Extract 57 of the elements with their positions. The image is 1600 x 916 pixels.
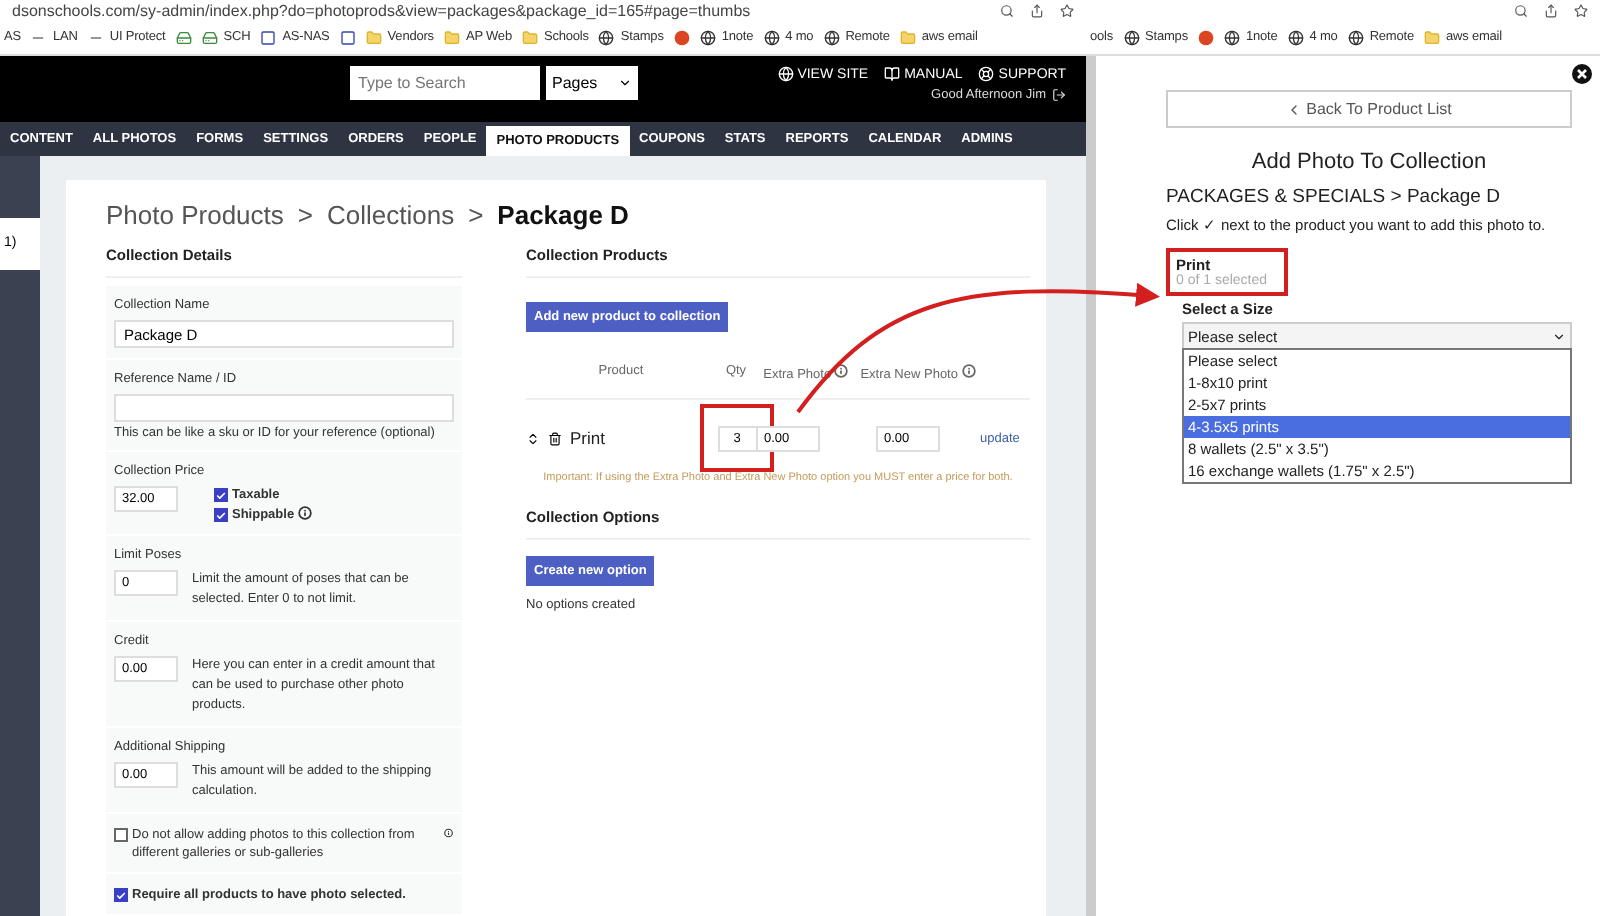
book-icon <box>884 66 901 82</box>
share-icon[interactable] <box>1544 3 1558 17</box>
drive-icon <box>201 29 218 45</box>
trash-icon[interactable] <box>548 431 562 445</box>
folder-icon <box>899 29 916 45</box>
logout-icon[interactable] <box>1052 88 1066 102</box>
back-button[interactable]: Back To Product List <box>1166 90 1572 128</box>
info-icon[interactable] <box>298 506 313 520</box>
search-field[interactable]: Type to Search <box>350 66 540 100</box>
breadcrumb-item[interactable]: Collections <box>326 200 455 230</box>
chevron-down-icon <box>618 76 632 90</box>
scope-select[interactable]: Pages <box>546 66 638 100</box>
close-button[interactable] <box>1572 64 1592 84</box>
globe-icon <box>763 29 780 45</box>
search-icon[interactable] <box>1514 3 1528 17</box>
square-icon <box>339 29 356 45</box>
panel-breadcrumb: PACKAGES & SPECIALS > Package D <box>1166 186 1502 208</box>
info-icon[interactable] <box>834 364 849 378</box>
checkbox[interactable] <box>214 508 228 522</box>
circle-icon <box>673 29 690 45</box>
checkbox[interactable] <box>114 828 128 842</box>
globe-icon <box>1287 29 1304 45</box>
breadcrumb-separator: > <box>468 200 484 230</box>
scrollbar[interactable] <box>1086 56 1096 916</box>
globe-icon <box>823 29 840 45</box>
breadcrumb-item: Package D <box>497 200 629 230</box>
square-icon <box>260 29 277 45</box>
checkbox[interactable] <box>214 488 228 502</box>
globe-icon <box>1223 29 1240 45</box>
checkbox[interactable] <box>114 888 128 902</box>
chevron-down-icon <box>1552 329 1566 343</box>
folder-icon <box>1423 29 1440 45</box>
folder-icon <box>443 29 460 45</box>
share-icon[interactable] <box>1030 3 1044 17</box>
sort-icon[interactable] <box>526 431 540 445</box>
info-icon[interactable] <box>961 364 976 378</box>
folder-icon <box>521 29 538 45</box>
star-icon[interactable] <box>1574 3 1588 17</box>
info-icon[interactable] <box>444 826 454 840</box>
globe-icon <box>1347 29 1364 45</box>
globe-icon <box>1123 29 1140 45</box>
search-icon[interactable] <box>1000 3 1014 17</box>
folder-icon <box>365 29 382 45</box>
drive-icon <box>175 29 192 45</box>
globe-icon <box>699 29 716 45</box>
url-text[interactable]: dsonschools.com/sy-admin/index.php?do=photoprods&view=packages&package_id=165#page=thumbs <box>12 2 751 20</box>
breadcrumb-item[interactable]: Photo Products <box>106 200 284 230</box>
circle-icon <box>1197 29 1214 45</box>
globe-icon <box>598 29 615 45</box>
sidebar-panel <box>0 156 40 218</box>
product-name: Print <box>570 428 605 448</box>
star-icon[interactable] <box>1060 3 1074 17</box>
panel-title: Add Photo To Collection <box>1249 150 1489 174</box>
help-icon <box>978 66 995 82</box>
input-field[interactable] <box>114 394 454 422</box>
breadcrumb-separator: > <box>297 200 313 230</box>
globe-icon <box>777 66 794 82</box>
